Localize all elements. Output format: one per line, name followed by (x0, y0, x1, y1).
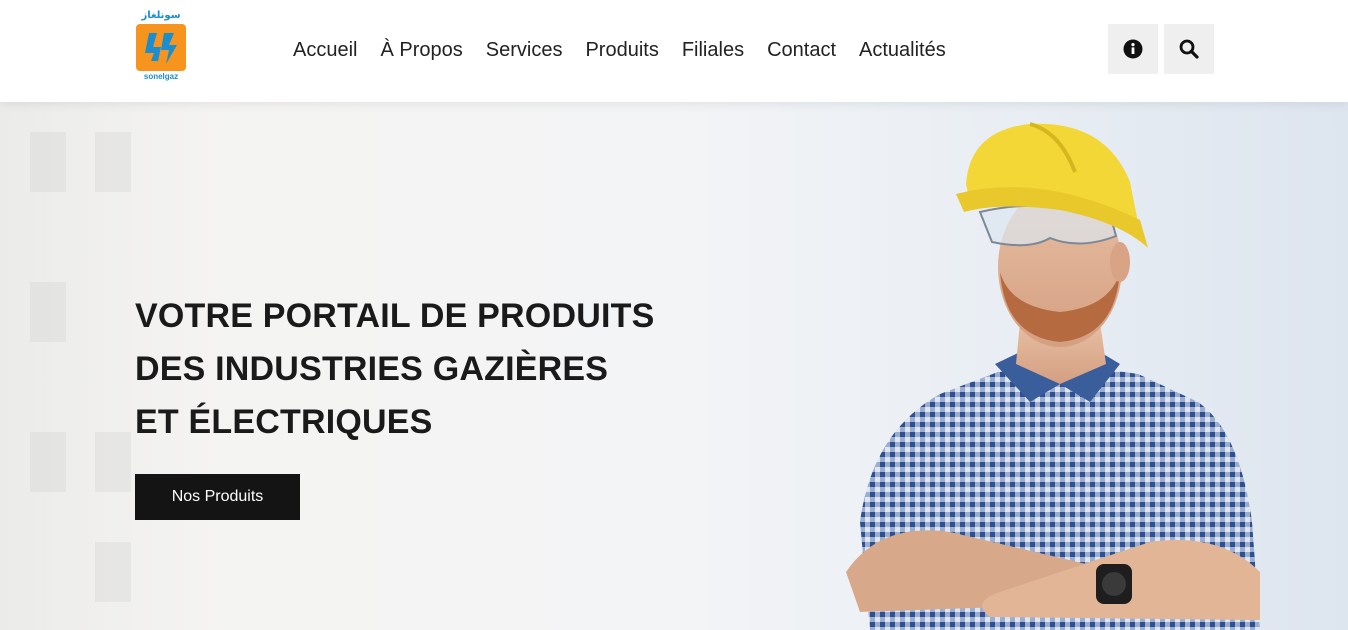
hero-section: VOTRE PORTAIL DE PRODUITS DES INDUSTRIES… (0, 102, 1348, 630)
info-circle-icon (1123, 39, 1143, 59)
nos-produits-button[interactable]: Nos Produits (135, 474, 300, 520)
building-window (30, 132, 66, 192)
nav-item-services[interactable]: Services (486, 36, 563, 64)
building-window (95, 132, 131, 192)
hero-title-line: VOTRE PORTAIL DE PRODUITS (135, 297, 655, 335)
logo-mark (136, 24, 186, 71)
nav-item-filiales[interactable]: Filiales (682, 36, 744, 64)
search-icon (1179, 39, 1199, 59)
logo-latin-text: sonelgaz (143, 72, 179, 81)
main-nav: Accueil À Propos Services Produits Filia… (282, 36, 969, 64)
building-window (30, 282, 66, 342)
hero-title: VOTRE PORTAIL DE PRODUITS DES INDUSTRIES… (135, 290, 695, 449)
hero-title-line: DES INDUSTRIES GAZIÈRES (135, 350, 609, 388)
nav-item-contact[interactable]: Contact (767, 36, 836, 64)
lightning-logo-icon (145, 33, 177, 64)
sonelgaz-logo[interactable]: سونلغاز sonelgaz (134, 10, 188, 84)
nav-item-accueil[interactable]: Accueil (293, 36, 357, 64)
site-header: سونلغاز sonelgaz Accueil À Propos Servic… (0, 0, 1348, 102)
worker-photo (846, 122, 1260, 630)
building-window (30, 432, 66, 492)
nav-item-a-propos[interactable]: À Propos (380, 36, 462, 64)
building-window (95, 432, 131, 492)
nav-item-produits[interactable]: Produits (585, 36, 658, 64)
nav-item-actualites[interactable]: Actualités (859, 36, 946, 64)
logo-arabic-text: سونلغاز (141, 10, 181, 21)
info-button[interactable] (1108, 24, 1158, 74)
building-window (95, 542, 131, 602)
search-button[interactable] (1164, 24, 1214, 74)
hero-title-line: ET ÉLECTRIQUES (135, 403, 433, 441)
